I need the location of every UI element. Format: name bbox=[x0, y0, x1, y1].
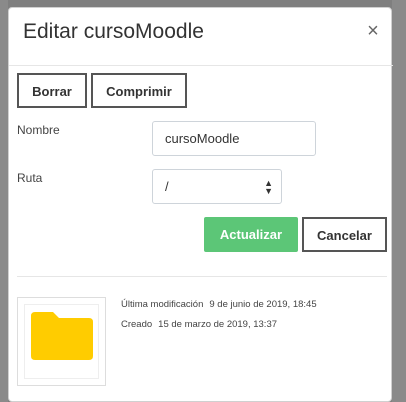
created-value: 15 de marzo de 2019, 13:37 bbox=[158, 319, 278, 330]
modified-info: Última modificación 9 de junio de 2019, 1… bbox=[121, 299, 317, 310]
backdrop-fragment-right bbox=[392, 0, 406, 402]
name-label: Nombre bbox=[17, 123, 60, 137]
path-select-value: / bbox=[165, 179, 169, 194]
modified-label: Última modificación bbox=[121, 299, 204, 310]
modified-value: 9 de junio de 2019, 18:45 bbox=[209, 299, 317, 310]
created-label: Creado bbox=[121, 319, 153, 330]
update-button[interactable]: Actualizar bbox=[204, 217, 298, 252]
created-info: Creado 15 de marzo de 2019, 13:37 bbox=[121, 319, 277, 330]
backdrop-fragment-left bbox=[0, 0, 8, 402]
updown-arrows-icon: ▲ ▼ bbox=[264, 178, 273, 196]
delete-button[interactable]: Borrar bbox=[17, 73, 87, 108]
folder-icon bbox=[31, 312, 93, 360]
path-select[interactable]: / ▲ ▼ bbox=[152, 169, 282, 204]
thumbnail-frame bbox=[24, 304, 99, 379]
path-label: Ruta bbox=[17, 171, 43, 185]
cancel-button[interactable]: Cancelar bbox=[302, 217, 387, 252]
compress-button[interactable]: Comprimir bbox=[91, 73, 187, 108]
name-input[interactable] bbox=[152, 121, 316, 156]
dialog-header: Editar cursoMoodle × bbox=[9, 8, 393, 66]
edit-dialog: Editar cursoMoodle × Borrar Comprimir No… bbox=[8, 7, 393, 402]
divider bbox=[17, 276, 387, 277]
file-thumbnail bbox=[17, 297, 106, 386]
close-button[interactable]: × bbox=[363, 20, 383, 42]
dialog-title: Editar cursoMoodle bbox=[23, 20, 204, 43]
